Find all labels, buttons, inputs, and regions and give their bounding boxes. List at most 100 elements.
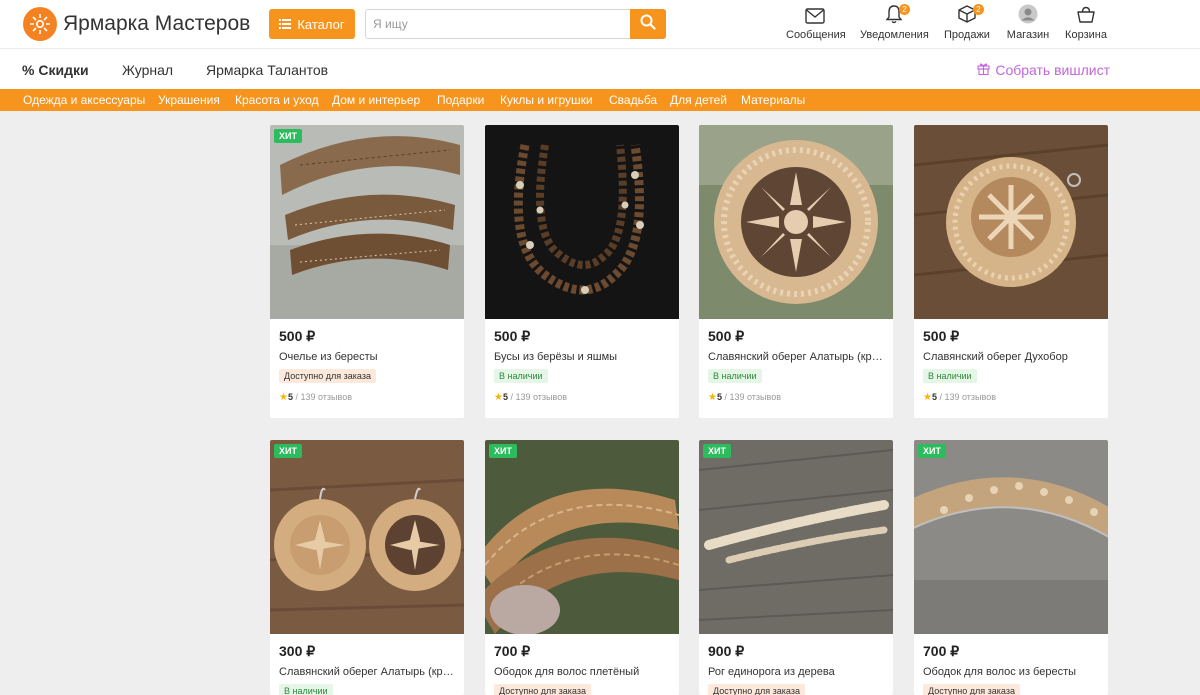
category-item[interactable]: Красота и уход (235, 93, 319, 107)
shop-avatar-icon (1018, 4, 1038, 27)
product-card[interactable]: ХИТ 700 ₽ Ободок для волос из бересты До… (914, 440, 1108, 695)
category-item[interactable]: Дом и интерьер (332, 93, 420, 107)
product-price: 500 ₽ (708, 328, 745, 344)
product-image[interactable]: ХИТ (914, 440, 1108, 634)
category-item[interactable]: Свадьба (609, 93, 657, 107)
hit-badge: ХИТ (703, 444, 731, 458)
availability-badge: Доступно для заказа (279, 369, 376, 383)
product-title[interactable]: Славянский оберег Алатырь (крестик (708, 351, 886, 363)
gift-icon (977, 62, 990, 78)
star-icon: ★ (708, 392, 717, 403)
reviews-count: / 139 отзывов (292, 392, 352, 402)
product-price: 700 ₽ (923, 643, 960, 659)
product-rating: ★5 / 139 отзывов (923, 392, 996, 403)
product-image[interactable]: ХИТ (270, 440, 464, 634)
product-image[interactable] (485, 125, 679, 319)
product-title[interactable]: Бусы из берёзы и яшмы (494, 351, 672, 363)
product-card[interactable]: ХИТ 700 ₽ Ободок для волос плетёный Дост… (485, 440, 679, 695)
product-title[interactable]: Ободок для волос плетёный (494, 666, 672, 678)
hit-badge: ХИТ (274, 129, 302, 143)
product-card[interactable]: 500 ₽ Славянский оберег Алатырь (крестик… (699, 125, 893, 418)
product-card[interactable]: 500 ₽ Славянский оберег Духобор В наличи… (914, 125, 1108, 418)
product-price: 900 ₽ (708, 643, 745, 659)
discounts-label: Скидки (38, 62, 89, 78)
search-input[interactable] (366, 10, 631, 38)
catalog-button[interactable]: Каталог (269, 9, 355, 39)
category-item[interactable]: Материалы (741, 93, 805, 107)
talents-link[interactable]: Ярмарка Талантов (206, 62, 328, 78)
availability-badge: В наличии (494, 369, 548, 383)
hit-badge: ХИТ (918, 444, 946, 458)
product-image[interactable] (914, 125, 1108, 319)
availability-badge: Доступно для заказа (923, 684, 1020, 695)
hit-badge: ХИТ (274, 444, 302, 458)
product-price: 500 ₽ (494, 328, 531, 344)
wishlist-label: Собрать вишлист (995, 62, 1110, 78)
search-box (365, 9, 666, 39)
shop-label: Магазин (1006, 29, 1050, 41)
availability-badge: Доступно для заказа (494, 684, 591, 695)
availability-badge: Доступно для заказа (708, 684, 805, 695)
product-rating: ★5 / 139 отзывов (708, 392, 781, 403)
category-item[interactable]: Одежда и аксессуары (23, 93, 145, 107)
product-price: 300 ₽ (279, 643, 316, 659)
star-icon: ★ (279, 392, 288, 403)
shop-link[interactable]: Магазин (1006, 4, 1050, 41)
availability-badge: В наличии (279, 684, 333, 695)
product-price: 500 ₽ (279, 328, 316, 344)
product-image[interactable]: ХИТ (485, 440, 679, 634)
hit-badge: ХИТ (489, 444, 517, 458)
search-button[interactable] (630, 9, 666, 39)
search-icon (640, 14, 656, 35)
availability-badge: В наличии (923, 369, 977, 383)
discounts-link[interactable]: % Скидки (22, 62, 89, 78)
envelope-icon (805, 8, 825, 27)
category-bar: Одежда и аксессуары Украшения Красота и … (0, 89, 1200, 111)
star-icon: ★ (494, 392, 503, 403)
category-item[interactable]: Подарки (437, 93, 484, 107)
product-rating: ★5 / 139 отзывов (279, 392, 352, 403)
category-item[interactable]: Куклы и игрушки (500, 93, 593, 107)
product-image[interactable] (699, 125, 893, 319)
percent-icon: % (22, 62, 35, 78)
product-image[interactable]: ХИТ (270, 125, 464, 319)
logo-icon[interactable] (23, 7, 57, 41)
product-card[interactable]: ХИТ 300 ₽ Славянский оберег Алатырь (кре… (270, 440, 464, 695)
product-title[interactable]: Рог единорога из дерева (708, 666, 886, 678)
product-title[interactable]: Славянский оберег Алатырь (крестик (279, 666, 457, 678)
notifications-link[interactable]: 2 Уведомления (860, 4, 929, 41)
sales-label: Продажи (944, 29, 990, 41)
notifications-label: Уведомления (860, 29, 929, 41)
product-title[interactable]: Очелье из бересты (279, 351, 457, 363)
menu-icon (279, 17, 292, 32)
product-image[interactable]: ХИТ (699, 440, 893, 634)
cart-link[interactable]: Корзина (1064, 5, 1108, 41)
category-item[interactable]: Украшения (158, 93, 220, 107)
product-card[interactable]: ХИТ 900 ₽ Рог единорога из дерева Доступ… (699, 440, 893, 695)
product-price: 700 ₽ (494, 643, 531, 659)
notifications-badge: 2 (899, 4, 910, 15)
cart-label: Корзина (1065, 29, 1107, 41)
wishlist-link[interactable]: Собрать вишлист (977, 62, 1110, 78)
brand-name[interactable]: Ярмарка Мастеров (63, 12, 250, 36)
reviews-count: / 139 отзывов (721, 392, 781, 402)
messages-label: Сообщения (786, 29, 846, 41)
catalog-label: Каталог (297, 16, 345, 32)
product-title[interactable]: Славянский оберег Духобор (923, 351, 1101, 363)
availability-badge: В наличии (708, 369, 762, 383)
sales-link[interactable]: 2 Продажи (942, 4, 992, 41)
sales-badge: 2 (973, 4, 984, 15)
product-card[interactable]: 500 ₽ Бусы из берёзы и яшмы В наличии ★5… (485, 125, 679, 418)
star-icon: ★ (923, 392, 932, 403)
top-header: Ярмарка Мастеров Каталог Сообщения 2 Уве… (0, 0, 1200, 48)
product-title[interactable]: Ободок для волос из бересты (923, 666, 1101, 678)
reviews-count: / 139 отзывов (936, 392, 996, 402)
product-rating: ★5 / 139 отзывов (494, 392, 567, 403)
journal-link[interactable]: Журнал (122, 62, 173, 78)
category-item[interactable]: Для детей (670, 93, 727, 107)
reviews-count: / 139 отзывов (507, 392, 567, 402)
product-price: 500 ₽ (923, 328, 960, 344)
product-card[interactable]: ХИТ 500 ₽ Очелье из бересты Доступно для… (270, 125, 464, 418)
messages-link[interactable]: Сообщения (786, 5, 846, 41)
basket-icon (1076, 6, 1096, 27)
